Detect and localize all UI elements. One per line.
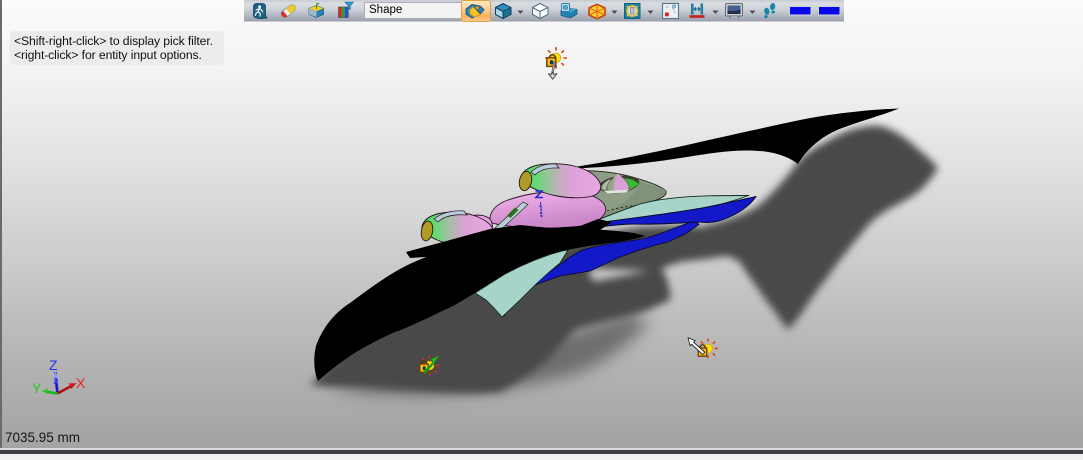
svg-text:Z: Z	[49, 357, 58, 373]
svg-text:Y: Y	[32, 380, 42, 396]
svg-text:X: X	[76, 375, 86, 391]
